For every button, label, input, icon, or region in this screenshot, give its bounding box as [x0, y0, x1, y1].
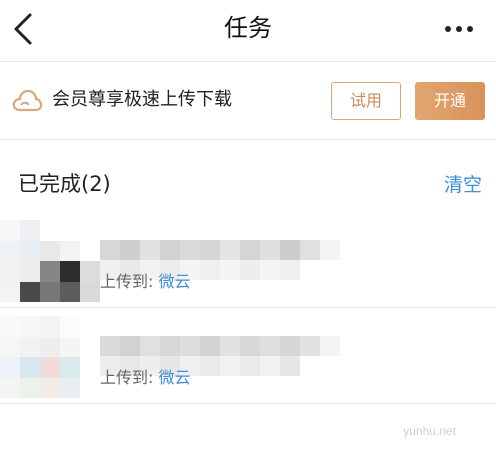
completed-section-title: 已完成(2) — [18, 172, 111, 196]
page-title: 任务 — [224, 14, 272, 42]
nav-bar: 任务 — [0, 0, 496, 62]
file-thumbnail-blurred — [0, 316, 100, 398]
task-list-item[interactable]: 上传到: 微云 — [0, 214, 496, 308]
site-watermark: yunhu.net — [403, 424, 456, 438]
trial-button[interactable]: 试用 — [331, 82, 401, 120]
upload-destination: 上传到: 微云 — [100, 366, 191, 390]
task-list-item[interactable]: 上传到: 微云 — [0, 310, 496, 404]
file-thumbnail-blurred — [0, 220, 100, 302]
activate-button[interactable]: 开通 — [415, 82, 485, 120]
upload-destination-link[interactable]: 微云 — [159, 272, 191, 291]
cloud-icon — [12, 89, 42, 112]
more-options-icon[interactable] — [444, 24, 474, 34]
vip-promo-text: 会员尊享极速上传下载 — [52, 89, 232, 110]
upload-destination-label: 上传到: — [100, 368, 154, 387]
clear-button[interactable]: 清空 — [444, 170, 482, 200]
upload-destination-link[interactable]: 微云 — [159, 368, 191, 387]
upload-destination-label: 上传到: — [100, 272, 154, 291]
upload-destination: 上传到: 微云 — [100, 270, 191, 294]
